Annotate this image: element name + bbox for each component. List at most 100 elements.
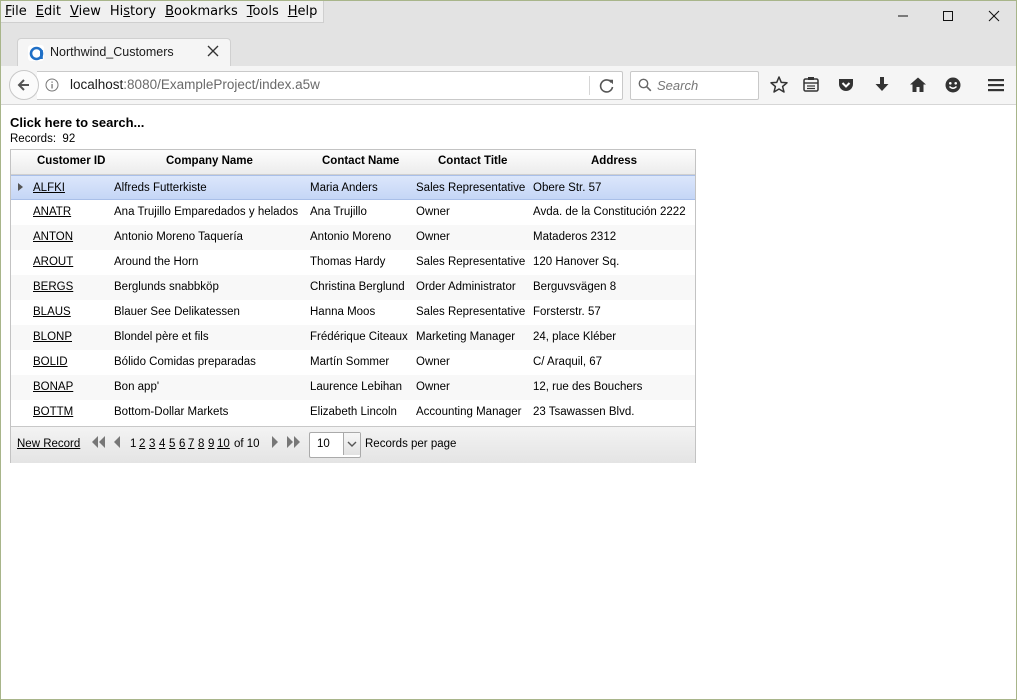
column-header-contact-name[interactable]: Contact Name	[322, 155, 399, 167]
page-link-10[interactable]: 10	[217, 438, 230, 450]
cell-customer-id[interactable]: ANATR	[33, 206, 71, 218]
home-icon[interactable]	[908, 75, 928, 95]
menu-edit-accel: E	[35, 4, 44, 19]
url-host: localhost	[70, 77, 124, 92]
cell-customer-id[interactable]: ALFKI	[33, 182, 65, 194]
column-header-customer-id[interactable]: Customer ID	[37, 155, 105, 167]
table-row[interactable]: ANATR Ana Trujillo Emparedados y helados…	[11, 200, 695, 225]
cell-company-name: Bólido Comidas preparadas	[114, 356, 256, 368]
cell-company-name: Antonio Moreno Taquería	[114, 231, 243, 243]
page-link-3[interactable]: 3	[149, 438, 155, 450]
cell-contact-title: Sales Representative	[416, 256, 526, 268]
menu-bookmarks-rest: ookmarks	[174, 4, 238, 19]
menu-edit[interactable]: Edit	[36, 1, 61, 22]
new-record-link[interactable]: New Record	[17, 438, 80, 450]
table-row[interactable]: BOTTM Bottom-Dollar Markets Elizabeth Li…	[11, 400, 695, 425]
cell-customer-id[interactable]: ANTON	[33, 231, 73, 243]
grid-footer: New Record 1 2 3 4 5 6 7 8 9 10 of 10 10…	[11, 426, 695, 463]
table-row[interactable]: AROUT Around the Horn Thomas Hardy Sales…	[11, 250, 695, 275]
page-link-4[interactable]: 4	[159, 438, 165, 450]
menu-edit-rest: dit	[44, 4, 61, 19]
cell-contact-title: Marketing Manager	[416, 331, 516, 343]
back-button[interactable]	[9, 70, 39, 100]
cell-address: Avda. de la Constitución 2222	[533, 206, 686, 218]
next-page-icon[interactable]	[270, 435, 280, 449]
page-size-select[interactable]: 10	[309, 432, 361, 458]
page-link-2[interactable]: 2	[139, 438, 145, 450]
grid-header: Customer ID Company Name Contact Name Co…	[11, 150, 695, 175]
cell-contact-name: Laurence Lebihan	[310, 381, 403, 393]
downloads-icon[interactable]	[872, 75, 892, 95]
page-link-8[interactable]: 8	[198, 438, 204, 450]
cell-address: Mataderos 2312	[533, 231, 617, 243]
table-row[interactable]: ANTON Antonio Moreno Taquería Antonio Mo…	[11, 225, 695, 250]
search-bar[interactable]: Search	[630, 71, 759, 100]
records-count: 92	[62, 133, 76, 145]
menu-bookmarks[interactable]: Bookmarks	[165, 1, 238, 22]
minimize-icon[interactable]	[892, 5, 914, 27]
tab-northwind-customers[interactable]: Northwind_Customers	[17, 38, 231, 67]
page-content: Click here to search... Records: 92 Cust…	[1, 105, 1016, 699]
table-row[interactable]: BLAUS Blauer See Delikatessen Hanna Moos…	[11, 300, 695, 325]
records-count-line: Records: 92	[10, 133, 75, 145]
previous-page-icon[interactable]	[112, 435, 122, 449]
cell-address: 120 Hanover Sq.	[533, 256, 620, 268]
cell-customer-id[interactable]: BLONP	[33, 331, 72, 343]
page-size-value: 10	[317, 438, 330, 450]
cell-contact-title: Sales Representative	[416, 182, 526, 194]
reload-icon[interactable]	[597, 76, 617, 96]
first-page-icon[interactable]	[91, 435, 107, 449]
close-window-icon[interactable]	[983, 5, 1005, 27]
menu-help[interactable]: Help	[288, 1, 318, 22]
close-tab-icon[interactable]	[206, 44, 220, 58]
page-link-1[interactable]: 1	[130, 438, 136, 450]
table-row[interactable]: BONAP Bon app' Laurence Lebihan Owner 12…	[11, 375, 695, 400]
page-link-9[interactable]: 9	[208, 438, 214, 450]
bookmarks-menu-icon[interactable]	[801, 75, 821, 95]
column-header-address[interactable]: Address	[591, 155, 637, 167]
cell-contact-title: Owner	[416, 231, 450, 243]
menu-bar: File Edit View History Bookmarks Tools H…	[1, 1, 325, 23]
cell-contact-name: Thomas Hardy	[310, 256, 386, 268]
table-row[interactable]: BLONP Blondel père et fils Frédérique Ci…	[11, 325, 695, 350]
search-toggle-link[interactable]: Click here to search...	[10, 115, 144, 130]
column-header-contact-title[interactable]: Contact Title	[438, 155, 507, 167]
cell-address: Forsterstr. 57	[533, 306, 601, 318]
column-header-company-name[interactable]: Company Name	[166, 155, 253, 167]
cell-customer-id[interactable]: AROUT	[33, 256, 73, 268]
cell-contact-name: Frédérique Citeaux	[310, 331, 408, 343]
menu-view[interactable]: View	[70, 1, 101, 22]
cell-customer-id[interactable]: BOTTM	[33, 406, 73, 418]
menu-history-accel: s	[123, 4, 130, 19]
table-row[interactable]: ALFKI Alfreds Futterkiste Maria Anders S…	[11, 175, 695, 200]
page-size-dropdown-button[interactable]	[343, 433, 360, 455]
menu-tools[interactable]: Tools	[247, 1, 279, 22]
cell-contact-name: Maria Anders	[310, 182, 378, 194]
cell-contact-name: Antonio Moreno	[310, 231, 392, 243]
last-page-icon[interactable]	[285, 435, 301, 449]
cell-customer-id[interactable]: BONAP	[33, 381, 73, 393]
menu-file[interactable]: File	[5, 1, 27, 22]
emoji-smiley-icon[interactable]	[943, 75, 963, 95]
menu-view-accel: V	[69, 4, 79, 19]
table-row[interactable]: BOLID Bólido Comidas preparadas Martín S…	[11, 350, 695, 375]
url-bar[interactable]: localhost:8080/ExampleProject/index.a5w	[37, 71, 623, 100]
page-link-6[interactable]: 6	[179, 438, 185, 450]
info-icon[interactable]	[45, 78, 59, 92]
current-row-indicator-icon	[18, 183, 23, 191]
cell-customer-id[interactable]: BLAUS	[33, 306, 71, 318]
cell-company-name: Berglunds snabbköp	[114, 281, 219, 293]
bookmark-star-icon[interactable]	[769, 75, 789, 95]
cell-customer-id[interactable]: BERGS	[33, 281, 73, 293]
maximize-icon[interactable]	[937, 5, 959, 27]
page-link-7[interactable]: 7	[188, 438, 194, 450]
pocket-icon[interactable]	[836, 75, 856, 95]
page-link-5[interactable]: 5	[169, 438, 175, 450]
cell-contact-name: Christina Berglund	[310, 281, 405, 293]
hamburger-menu-icon[interactable]	[986, 75, 1006, 95]
cell-contact-name: Hanna Moos	[310, 306, 376, 318]
table-row[interactable]: BERGS Berglunds snabbköp Christina Bergl…	[11, 275, 695, 300]
cell-customer-id[interactable]: BOLID	[33, 356, 68, 368]
menu-history[interactable]: History	[110, 1, 156, 22]
menu-history-rest: story	[123, 4, 156, 19]
